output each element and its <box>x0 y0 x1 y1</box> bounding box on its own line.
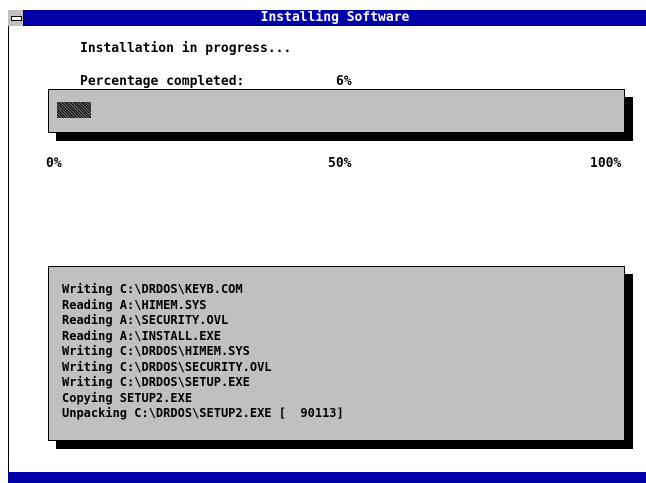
title-bar: Installing Software <box>8 10 646 26</box>
log-panel: Writing C:\DRDOS\KEYB.COM Reading A:\HIME… <box>48 266 625 441</box>
progress-fill <box>57 102 91 118</box>
log-line: Reading A:\SECURITY.OVL <box>62 313 229 327</box>
bottom-bar <box>8 472 646 483</box>
log-line: Writing C:\DRDOS\KEYB.COM <box>62 282 243 296</box>
installer-window: Installing Software Installation in prog… <box>0 0 646 483</box>
log-line: Writing C:\DRDOS\SECURITY.OVL <box>62 359 272 374</box>
scale-label-min: 0% <box>46 156 62 171</box>
percent-value: 6% <box>336 74 352 89</box>
log-line: Writing C:\DRDOS\SETUP.EXE <box>62 375 250 389</box>
system-menu-button[interactable] <box>8 10 24 26</box>
log-line: Writing C:\DRDOS\HIMEM.SYS <box>62 344 250 358</box>
progress-bar <box>48 89 625 133</box>
scale-label-mid: 50% <box>328 156 352 171</box>
window-border <box>8 26 9 481</box>
log-line: Reading A:\INSTALL.EXE <box>62 328 221 343</box>
log-list: Writing C:\DRDOS\KEYB.COM Reading A:\HIME… <box>62 282 344 422</box>
window-title: Installing Software <box>260 10 410 25</box>
log-line: Reading A:\HIMEM.SYS <box>62 297 207 312</box>
scale-label-max: 100% <box>590 156 622 171</box>
percent-label: Percentage completed: <box>80 74 245 89</box>
log-line: Copying SETUP2.EXE <box>62 390 193 405</box>
system-menu-icon <box>11 16 22 21</box>
status-message: Installation in progress... <box>80 41 292 56</box>
log-line: Unpacking C:\DRDOS\SETUP2.EXE [ 90113] <box>62 406 344 420</box>
